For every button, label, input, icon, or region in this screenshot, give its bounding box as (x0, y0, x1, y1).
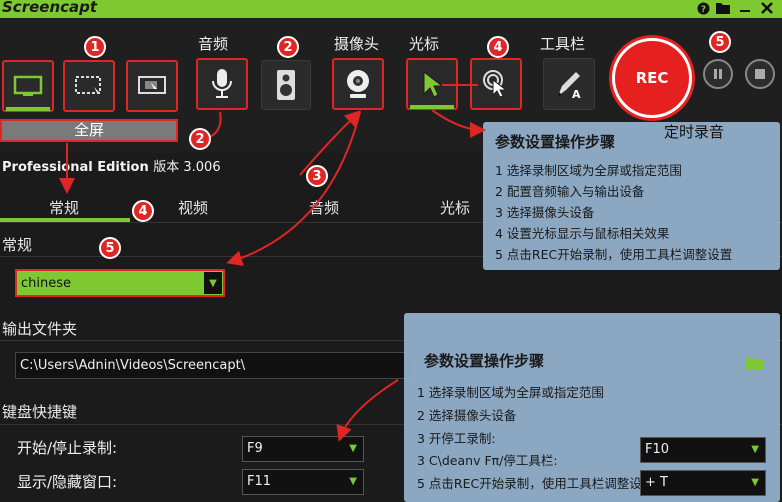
window-select-icon (138, 76, 166, 94)
chevron-down-icon: ▼ (751, 444, 759, 455)
help-icon[interactable]: ? (696, 1, 710, 15)
close-icon[interactable] (760, 1, 774, 15)
hotkeys-section-title: 键盘快捷键 (2, 403, 78, 421)
hotkey-panel-select[interactable]: F10 ▼ (640, 437, 766, 463)
steps-panel-top-item: 1 选择录制区域为全屏或指定范围 (495, 163, 682, 178)
language-value: chinese (21, 275, 72, 291)
region-select-icon (75, 76, 101, 94)
window-area-button[interactable] (126, 60, 178, 112)
region-area-button[interactable] (63, 60, 115, 112)
title-bar (0, 0, 782, 18)
tab-audio[interactable]: 音频 (309, 197, 339, 218)
record-button[interactable]: REC (612, 38, 692, 118)
minimize-icon[interactable] (738, 1, 752, 15)
tab-general[interactable]: 常规 (49, 197, 79, 218)
monitor-icon (13, 75, 43, 96)
svg-text:?: ? (700, 5, 705, 15)
timer-record-label[interactable]: 定时录音 (664, 121, 724, 142)
app-title: Screencapt (2, 0, 98, 16)
step-badge-4-b: 4 (132, 200, 154, 222)
general-section-title: 常规 (2, 236, 33, 254)
hotkey-panel-select-2[interactable]: + T ▼ (640, 470, 766, 496)
folder-icon[interactable] (716, 1, 730, 15)
hotkey-panel-plus-value: + T (645, 475, 668, 490)
edition-info: Professional Edition 版本 3.006 (2, 156, 221, 175)
steps-panel-bottom-title: 参数设置操作步骤 (424, 352, 545, 370)
audio-label: 音频 (198, 35, 229, 53)
pause-icon (714, 69, 722, 79)
tab-cursor[interactable]: 光标 (440, 197, 470, 218)
stop-button[interactable] (745, 59, 775, 89)
steps-panel-top-item: 2 配置音频输入与输出设备 (495, 184, 645, 199)
version-label: 版本 3.006 (153, 160, 221, 175)
svg-text:A: A (572, 88, 581, 100)
webcam-icon (347, 70, 369, 98)
tab-video[interactable]: 视频 (178, 197, 208, 218)
chevron-down-icon: ▼ (204, 272, 222, 294)
click-effect-icon (483, 70, 508, 98)
step-badge-1: 1 (84, 36, 106, 58)
cursor-button[interactable] (406, 58, 458, 110)
steps-panel-top-item: 5 点击REC开始录制，使用工具栏调整设置 (495, 247, 733, 262)
chevron-down-icon: ▼ (349, 443, 357, 454)
step-badge-2-b: 2 (189, 128, 211, 150)
chevron-down-icon: ▼ (751, 477, 759, 488)
hotkey-start-stop-select[interactable]: F9 ▼ (242, 436, 364, 462)
step-badge-2: 2 (277, 36, 299, 58)
hotkey-start-stop-label: 开始/停止录制: (17, 439, 118, 457)
webcam-button[interactable] (332, 58, 384, 110)
cursor-click-effect-button[interactable] (470, 58, 522, 110)
steps-panel-bottom-item: 3 开停工录制: (417, 431, 496, 446)
steps-panel-top-title: 参数设置操作步骤 (495, 133, 616, 151)
output-path-field[interactable]: C:\Users\Adnin\Videos\Screencapt\ (15, 352, 415, 379)
step-badge-3: 3 (306, 165, 328, 187)
steps-panel-bottom-item: 1 选择录制区域为全屏或指定范围 (417, 385, 604, 400)
hotkey-show-hide-label: 显示/隐藏窗口: (17, 473, 118, 491)
microphone-button[interactable] (196, 58, 248, 110)
active-tab-indicator (0, 218, 130, 222)
speaker-icon (277, 70, 295, 100)
steps-panel-top-item: 3 选择摄像头设备 (495, 205, 595, 220)
annotation-tools-button[interactable]: A (543, 58, 595, 110)
steps-panel-bottom-item: 2 选择摄像头设备 (417, 408, 517, 423)
tools-label: 工具栏 (540, 35, 586, 53)
step-badge-5: 5 (709, 31, 731, 53)
pen-text-icon: A (558, 72, 581, 100)
hotkey-start-stop-value: F9 (247, 441, 263, 456)
steps-panel-bottom-item: 5 点击REC开始录制，使用工具栏调整设置 (417, 476, 655, 491)
pause-button[interactable] (703, 59, 733, 89)
edition-name: Professional Edition (2, 160, 149, 175)
language-select[interactable]: chinese ▼ (15, 269, 225, 297)
fullscreen-area-button[interactable] (2, 60, 54, 112)
step-badge-4: 4 (487, 36, 509, 58)
fullscreen-button[interactable]: 全屏 (0, 119, 178, 142)
steps-panel-top-item: 4 设置光标显示与鼠标相关效果 (495, 226, 670, 241)
hotkey-panel-value: F10 (645, 442, 670, 457)
chevron-down-icon: ▼ (349, 476, 357, 487)
camera-label: 摄像头 (334, 35, 380, 53)
stop-icon (755, 69, 765, 79)
output-section-title: 输出文件夹 (2, 320, 78, 338)
cursor-label: 光标 (409, 35, 440, 53)
hotkey-show-hide-select[interactable]: F11 ▼ (242, 469, 364, 495)
microphone-icon (212, 69, 232, 98)
hotkey-show-hide-value: F11 (247, 474, 272, 489)
folder-icon[interactable] (745, 355, 763, 374)
speaker-button[interactable] (261, 60, 311, 110)
cursor-arrow-icon (423, 70, 443, 98)
step-badge-5-b: 5 (99, 237, 121, 259)
steps-panel-bottom-item: 3 C\deanv Fπ/停工具栏: (417, 453, 558, 468)
